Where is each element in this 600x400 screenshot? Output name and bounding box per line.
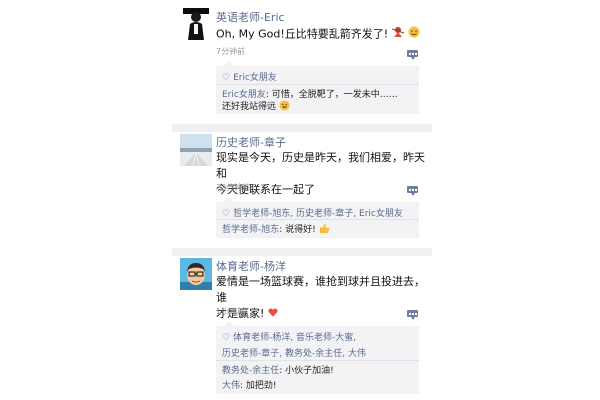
- post-time: 32分钟前: [216, 183, 251, 192]
- divider: [216, 360, 419, 361]
- moment-post-zhangzi: 历史老师-章子 现实是今天，历史是昨天，我们相爱，昨天和 今天便联系在一起了 3…: [172, 132, 432, 248]
- heart-icon: ♡: [222, 73, 231, 83]
- post-text: 爱情是一场篮球赛，谁抢到球并且投进去，谁 才是赢家!: [216, 274, 430, 322]
- comment-row[interactable]: 哲学老师-旭东: 说得好!: [222, 222, 330, 237]
- post-author[interactable]: 体育老师-杨洋: [216, 258, 286, 274]
- heart-emoji-icon: [268, 306, 278, 322]
- comment-button-icon[interactable]: [407, 186, 418, 196]
- cupid-emoji-icon: [391, 26, 405, 43]
- comment-text: 还好我站得远: [222, 102, 277, 112]
- avatar[interactable]: [180, 134, 212, 166]
- comment-row[interactable]: 大伟: 加把劲!: [222, 378, 277, 391]
- post-time: 7分钟前: [216, 47, 246, 56]
- post-separator: [172, 124, 432, 132]
- post-text-line: 爱情是一场篮球赛，谁抢到球并且投进去，谁: [216, 275, 425, 304]
- heart-icon: ♡: [222, 209, 231, 219]
- comment-text: 加把劲!: [245, 381, 277, 391]
- laugh-emoji-icon: [279, 99, 290, 114]
- moment-post-yangyang: 体育老师-杨洋 爱情是一场篮球赛，谁抢到球并且投进去，谁 才是赢家! 1小时前 …: [172, 256, 432, 400]
- likes-row: ♡ 哲学老师-旭东, 历史老师-章子, Eric女朋友: [222, 206, 403, 219]
- post-text-line-with-emoji: 才是赢家!: [216, 306, 430, 322]
- divider: [216, 219, 419, 220]
- heart-icon: ♡: [222, 333, 231, 343]
- moment-post-eric: 英语老师-Eric Oh, My God!丘比特要乱箭齐发了! 7分钟前 ♡ Er…: [172, 0, 432, 124]
- comment-row[interactable]: 还好我站得远: [222, 99, 290, 114]
- likes-names[interactable]: 历史老师-章子, 教务处-余主任, 大伟: [222, 349, 366, 359]
- thumbs-up-emoji-icon: [319, 223, 330, 237]
- comment-author[interactable]: 大伟: [222, 381, 240, 391]
- post-author[interactable]: 英语老师-Eric: [216, 9, 285, 25]
- post-separator: [172, 248, 432, 256]
- likes-comments-box: ♡ 哲学老师-旭东, 历史老师-章子, Eric女朋友 哲学老师-旭东: 说得好!: [216, 197, 419, 238]
- post-text-content: Oh, My God!丘比特要乱箭齐发了!: [216, 27, 389, 41]
- likes-row-continued: 历史老师-章子, 教务处-余主任, 大伟: [222, 346, 366, 359]
- likes-row: ♡ 体育老师-杨洋, 音乐老师-大蜜,: [222, 330, 356, 343]
- post-text: Oh, My God!丘比特要乱箭齐发了!: [216, 26, 430, 43]
- comment-author[interactable]: 教务处-余主任: [222, 366, 279, 376]
- comment-row[interactable]: 教务处-余主任: 小伙子加油!: [222, 363, 334, 376]
- comment-author[interactable]: 哲学老师-旭东: [222, 225, 279, 235]
- comment-button-icon[interactable]: [407, 310, 418, 320]
- smile-emoji-icon: [408, 26, 420, 43]
- likes-names[interactable]: 哲学老师-旭东, 历史老师-章子, Eric女朋友: [233, 209, 403, 219]
- likes-names[interactable]: 体育老师-杨洋, 音乐老师-大蜜,: [233, 333, 356, 343]
- avatar[interactable]: [180, 258, 212, 290]
- likes-comments-box: ♡ 体育老师-杨洋, 音乐老师-大蜜, 历史老师-章子, 教务处-余主任, 大伟 …: [216, 321, 419, 394]
- comment-text: 小伙子加油!: [285, 366, 334, 376]
- post-author[interactable]: 历史老师-章子: [216, 134, 286, 150]
- likes-names[interactable]: Eric女朋友: [233, 73, 277, 83]
- comment-button-icon[interactable]: [407, 50, 418, 60]
- divider: [216, 84, 419, 85]
- comment-text: 说得好!: [285, 225, 316, 235]
- post-time: 1小时前: [216, 307, 246, 316]
- post-text-line: 现实是今天，历史是昨天，我们相爱，昨天和: [216, 151, 425, 180]
- comment-text: 可惜，全脱靶了，一发未中……: [271, 90, 398, 100]
- avatar[interactable]: [180, 8, 212, 40]
- moments-feed: 英语老师-Eric Oh, My God!丘比特要乱箭齐发了! 7分钟前 ♡ Er…: [172, 0, 432, 400]
- likes-row: ♡ Eric女朋友: [222, 70, 277, 83]
- likes-comments-box: ♡ Eric女朋友 Eric女朋友: 可惜，全脱靶了，一发未中…… 还好我站得远: [216, 61, 419, 114]
